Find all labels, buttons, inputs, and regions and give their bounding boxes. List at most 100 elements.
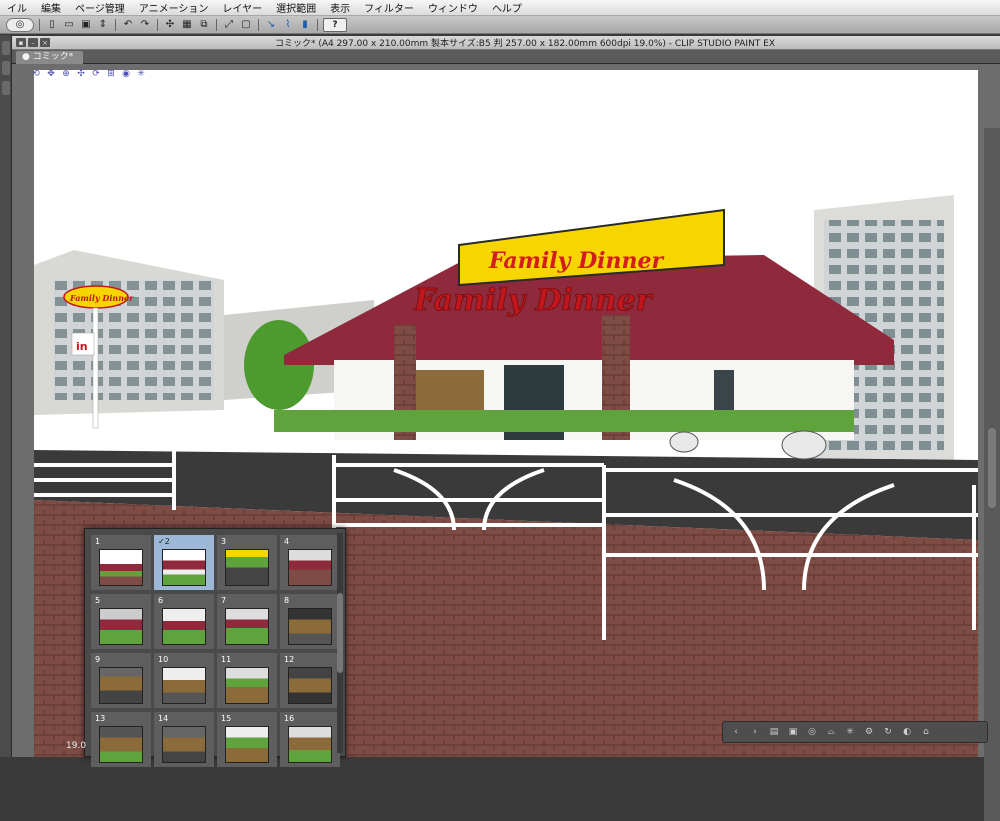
menu-file[interactable]: イル (0, 0, 34, 15)
menu-animation[interactable]: アニメーション (132, 0, 216, 15)
page-thumbnail[interactable]: 14 (154, 712, 214, 767)
target-icon[interactable]: ◎ (805, 725, 819, 739)
page-thumbnail[interactable]: 11 (217, 653, 277, 708)
window-buttons: ▪ – × (12, 38, 50, 47)
page-thumbnail[interactable]: 3 (217, 535, 277, 590)
dock-handle[interactable] (2, 61, 10, 75)
dock-handle[interactable] (2, 81, 10, 95)
page-thumbnail[interactable]: 16 (280, 712, 340, 767)
page-number: 9 (95, 655, 101, 664)
thumbnail-grid: 1 ✓2 3 4 5 6 7 8 9 10 11 12 13 14 15 16 (91, 535, 340, 767)
scrollbar-thumb[interactable] (337, 593, 343, 673)
toolbar-divider (39, 18, 40, 31)
clip-studio-logo-icon[interactable]: ◎ (6, 17, 34, 32)
gear-icon[interactable]: ⚙ (862, 725, 876, 739)
object-scale-icon[interactable]: ⊞ (105, 68, 117, 79)
toolbar-divider (115, 18, 116, 31)
fit-icon[interactable]: ▢ (239, 18, 253, 32)
object-light-icon[interactable]: ✳ (135, 68, 147, 79)
save-icon[interactable]: ▣ (79, 18, 93, 32)
new-file-icon[interactable]: ▯ (45, 18, 59, 32)
save-dropdown-icon[interactable]: ⇕ (96, 18, 110, 32)
menu-window[interactable]: ウィンドウ (421, 0, 485, 15)
page-thumbnail[interactable]: 5 (91, 594, 151, 649)
page-thumbnail[interactable]: 4 (280, 535, 340, 590)
camera-zoom-icon[interactable]: ⊕ (60, 68, 72, 79)
list-icon[interactable]: ▤ (767, 725, 781, 739)
page-preview (288, 726, 332, 763)
pen-icon[interactable]: ▮ (298, 18, 312, 32)
restore-window-button[interactable]: ▪ (16, 38, 26, 47)
camera-rotate-icon[interactable]: ⟲ (30, 68, 42, 79)
snap-icon[interactable]: ⌇ (281, 18, 295, 32)
light-icon[interactable]: ✳ (843, 725, 857, 739)
page-preview (288, 667, 332, 704)
menu-view[interactable]: 表示 (323, 0, 357, 15)
dock-handle[interactable] (2, 41, 10, 55)
document-title: コミック* (A4 297.00 x 210.00mm 製本サイズ:B5 判 2… (274, 39, 776, 49)
menu-bar: イル 編集 ページ管理 アニメーション レイヤー 選択範囲 表示 フィルター ウ… (0, 0, 1000, 16)
previous-icon[interactable]: ‹ (729, 725, 743, 739)
page-preview (288, 549, 332, 586)
zoom-readout: 19.0 (66, 741, 87, 751)
page-number: 3 (221, 537, 227, 546)
transform-icon[interactable]: ⤢ (222, 18, 236, 32)
ruler-icon[interactable]: ↘ (264, 18, 278, 32)
ground-icon[interactable]: ⌓ (824, 725, 838, 739)
page-thumbnail[interactable]: 8 (280, 594, 340, 649)
scooter (781, 430, 827, 460)
pole-sign-text: Family Dinner (69, 293, 134, 303)
page-number: 15 (221, 714, 232, 723)
rotate-icon[interactable]: ↻ (881, 725, 895, 739)
menu-layer[interactable]: レイヤー (215, 0, 269, 15)
menu-page-management[interactable]: ページ管理 (68, 0, 132, 15)
menu-edit[interactable]: 編集 (34, 0, 68, 15)
page-thumbnail[interactable]: 10 (154, 653, 214, 708)
canvas-vertical-scrollbar[interactable] (984, 128, 1000, 821)
page-preview (99, 667, 143, 704)
open-file-icon[interactable]: ▭ (62, 18, 76, 32)
toolbar-divider (216, 18, 217, 31)
crop-icon[interactable]: ⧉ (197, 18, 211, 32)
undo-icon[interactable]: ↶ (121, 18, 135, 32)
page-preview (99, 549, 143, 586)
restaurant-window (714, 370, 734, 410)
page-thumbnail[interactable]: 13 (91, 712, 151, 767)
object-camera-icon[interactable]: ◉ (120, 68, 132, 79)
camera-pan-icon[interactable]: ✥ (45, 68, 57, 79)
object-rotate-icon[interactable]: ⟳ (90, 68, 102, 79)
fill-icon[interactable]: ▦ (180, 18, 194, 32)
page-number: 12 (284, 655, 295, 664)
camera-icon[interactable]: ▣ (786, 725, 800, 739)
page-thumbnail[interactable]: 6 (154, 594, 214, 649)
page-thumbnail[interactable]: ✓2 (154, 535, 214, 590)
scooter (669, 431, 699, 453)
page-number: 7 (221, 596, 227, 605)
hedge (274, 410, 854, 432)
page-thumbnail[interactable]: 15 (217, 712, 277, 767)
next-icon[interactable]: › (748, 725, 762, 739)
page-thumbnail[interactable]: 9 (91, 653, 151, 708)
toolbar-divider (157, 18, 158, 31)
thumbnail-scrollbar[interactable] (337, 533, 343, 753)
clear-icon[interactable]: ✣ (163, 18, 177, 32)
page-thumbnail[interactable]: 1 (91, 535, 151, 590)
lock-icon[interactable]: ⌂ (919, 725, 933, 739)
front-sign-text: Family Dinner (413, 283, 654, 318)
page-preview (225, 667, 269, 704)
document-titlebar: ▪ – × コミック* (A4 297.00 x 210.00mm 製本サイズ:… (12, 36, 1000, 50)
page-thumbnail[interactable]: 12 (280, 653, 340, 708)
object-move-icon[interactable]: ✣ (75, 68, 87, 79)
tab-comic[interactable]: ● コミック* (16, 51, 84, 64)
close-window-button[interactable]: × (40, 38, 50, 47)
scrollbar-thumb[interactable] (988, 428, 996, 508)
page-thumbnail[interactable]: 7 (217, 594, 277, 649)
menu-selection[interactable]: 選択範囲 (269, 0, 323, 15)
help-icon[interactable]: ? (323, 17, 347, 32)
sphere-icon[interactable]: ◐ (900, 725, 914, 739)
page-preview (99, 726, 143, 763)
minimize-window-button[interactable]: – (28, 38, 38, 47)
menu-help[interactable]: ヘルプ (485, 0, 529, 15)
menu-filter[interactable]: フィルター (357, 0, 421, 15)
redo-icon[interactable]: ↷ (138, 18, 152, 32)
